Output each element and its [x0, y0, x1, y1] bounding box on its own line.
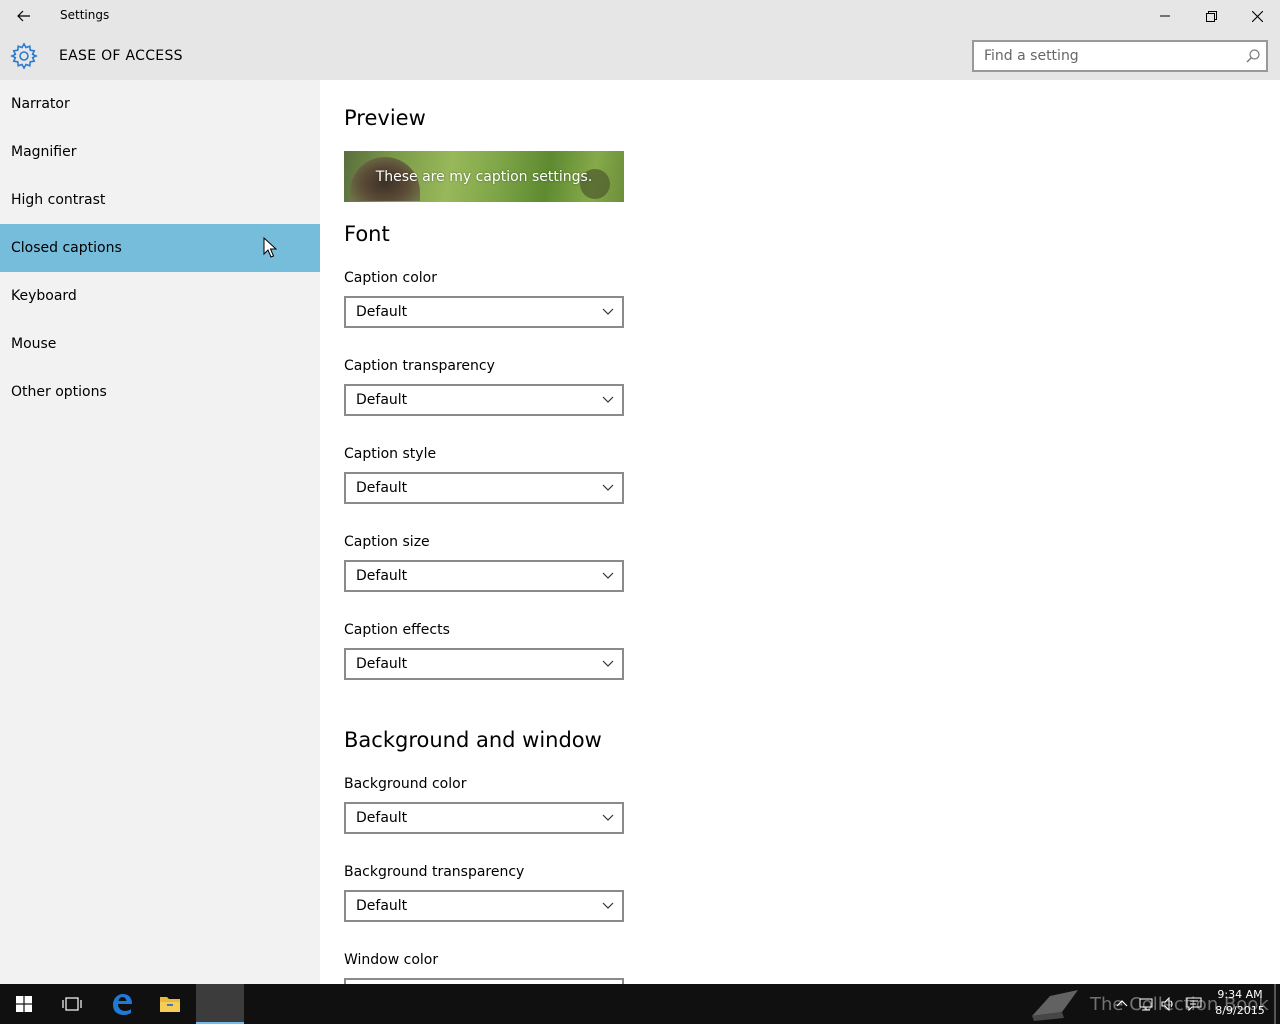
task-view-button[interactable]: [48, 984, 96, 1024]
preview-caption-text: These are my caption settings.: [375, 168, 593, 185]
volume-icon[interactable]: [1160, 996, 1176, 1012]
close-icon: [1251, 10, 1263, 22]
maximize-button[interactable]: [1188, 0, 1234, 32]
start-button[interactable]: [0, 984, 48, 1024]
background-transparency-label: Background transparency: [344, 864, 525, 880]
gear-icon: [10, 42, 38, 70]
background-transparency-value: Default: [356, 898, 408, 914]
background-color-value: Default: [356, 810, 408, 826]
search-box[interactable]: [972, 40, 1268, 72]
caption-size-dropdown[interactable]: Default: [344, 560, 624, 592]
caption-style-label: Caption style: [344, 446, 437, 462]
task-view-icon: [62, 997, 82, 1011]
caption-color-value: Default: [356, 304, 408, 320]
caption-transparency-dropdown[interactable]: Default: [344, 384, 624, 416]
caption-style-dropdown[interactable]: Default: [344, 472, 624, 504]
caption-preview: These are my caption settings.: [344, 151, 624, 202]
chevron-down-icon: [602, 902, 614, 909]
settings-header: EASE OF ACCESS: [0, 32, 1280, 80]
sidebar-item-mouse[interactable]: Mouse: [0, 320, 320, 368]
file-explorer-button[interactable]: [146, 984, 194, 1024]
background-window-heading: Background and window: [344, 728, 602, 752]
sidebar-item-magnifier[interactable]: Magnifier: [0, 128, 320, 176]
chevron-down-icon: [602, 572, 614, 579]
background-color-dropdown[interactable]: Default: [344, 802, 624, 834]
caption-size-value: Default: [356, 568, 408, 584]
show-desktop-button[interactable]: [1274, 984, 1276, 1024]
caption-color-dropdown[interactable]: Default: [344, 296, 624, 328]
section-title: EASE OF ACCESS: [59, 48, 183, 64]
clock-time: 9:34 AM: [1217, 988, 1263, 1001]
sidebar-item-narrator[interactable]: Narrator: [0, 80, 320, 128]
minimize-icon: [1160, 15, 1170, 17]
caption-transparency-label: Caption transparency: [344, 358, 495, 374]
sidebar-item-keyboard[interactable]: Keyboard: [0, 272, 320, 320]
edge-icon: [113, 994, 132, 1015]
chevron-down-icon: [602, 814, 614, 821]
close-button[interactable]: [1234, 0, 1280, 32]
back-button[interactable]: [0, 0, 48, 32]
show-hidden-icons-icon[interactable]: [1114, 996, 1130, 1012]
preview-heading: Preview: [344, 106, 426, 130]
maximize-icon: [1205, 10, 1217, 22]
background-color-label: Background color: [344, 776, 467, 792]
search-icon[interactable]: [1246, 49, 1260, 63]
title-bar: Settings: [0, 0, 1280, 32]
caption-color-label: Caption color: [344, 270, 437, 286]
caption-style-value: Default: [356, 480, 408, 496]
caption-size-label: Caption size: [344, 534, 430, 550]
chevron-down-icon: [602, 484, 614, 491]
sidebar-item-other-options[interactable]: Other options: [0, 368, 320, 416]
caption-transparency-value: Default: [356, 392, 408, 408]
file-explorer-icon: [160, 997, 180, 1012]
clock-date: 8/9/2015: [1215, 1004, 1265, 1017]
book-icon: [1032, 990, 1078, 1021]
chevron-down-icon: [602, 396, 614, 403]
caption-effects-label: Caption effects: [344, 622, 450, 638]
main-content: Preview These are my caption settings. F…: [320, 80, 1280, 984]
action-center-icon[interactable]: [1186, 996, 1202, 1012]
chevron-down-icon: [602, 308, 614, 315]
chevron-down-icon: [602, 660, 614, 667]
background-transparency-dropdown[interactable]: Default: [344, 890, 624, 922]
sidebar-item-high-contrast[interactable]: High contrast: [0, 176, 320, 224]
back-arrow-icon: [17, 10, 30, 22]
windows-start-icon: [16, 996, 32, 1012]
system-clock[interactable]: 9:34 AM 8/9/2015: [1212, 987, 1268, 1019]
network-icon[interactable]: [1138, 996, 1154, 1012]
font-heading: Font: [344, 222, 390, 246]
mouse-cursor-icon: [263, 237, 277, 258]
window-title: Settings: [60, 8, 110, 22]
settings-taskbar-button[interactable]: [196, 984, 244, 1024]
sidebar: Narrator Magnifier High contrast Closed …: [0, 80, 320, 984]
search-input[interactable]: [974, 42, 1266, 70]
window-color-label: Window color: [344, 952, 439, 968]
caption-effects-dropdown[interactable]: Default: [344, 648, 624, 680]
minimize-button[interactable]: [1142, 0, 1188, 32]
taskbar: The Collection Book 9:34 AM 8/9/2015: [0, 984, 1280, 1024]
edge-browser-button[interactable]: [98, 984, 146, 1024]
caption-effects-value: Default: [356, 656, 408, 672]
